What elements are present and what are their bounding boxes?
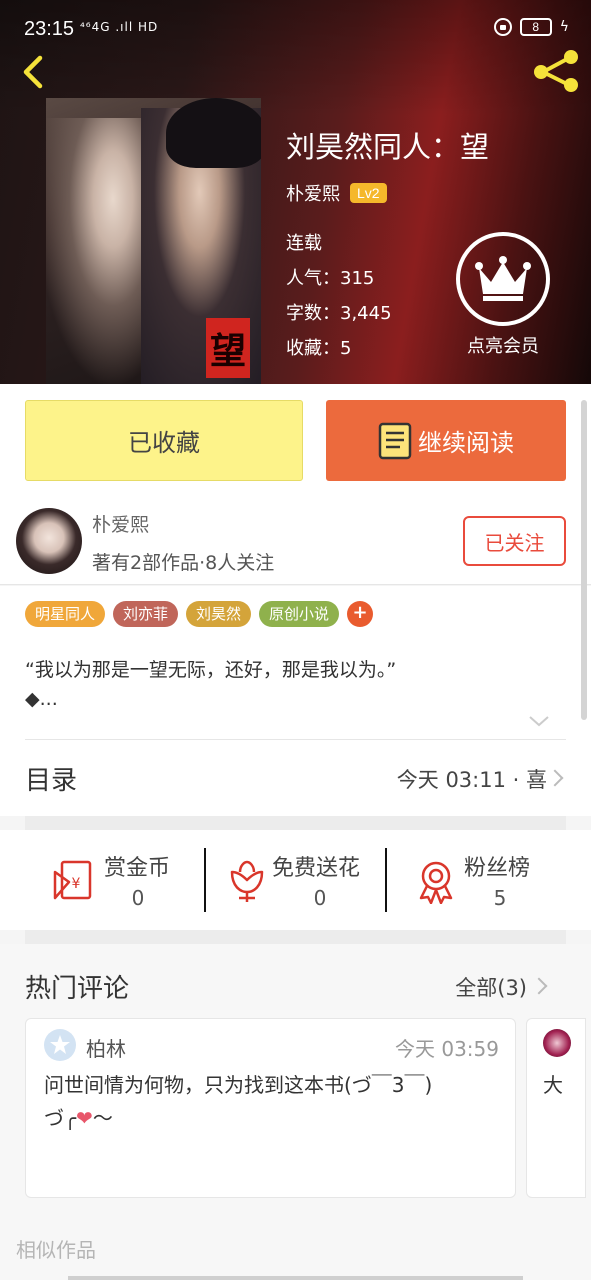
book-title: 刘昊然同人：望 [286, 130, 490, 164]
stats-row: ¥ 赏金币 0 免费送花 0 粉丝榜 5 [0, 830, 591, 930]
vip-label: 点亮会员 [467, 336, 539, 357]
author-stats: 著有2部作品·8人关注 [92, 552, 275, 574]
stat-flowers[interactable]: 免费送花 0 [224, 848, 374, 912]
section-divider [25, 816, 566, 830]
similar-works-strip [68, 1276, 523, 1280]
vip-button[interactable]: 点亮会员 [456, 232, 550, 358]
author-card[interactable]: 朴爱熙 著有2部作品·8人关注 已关注 [0, 500, 591, 585]
book-icon [378, 422, 412, 459]
book-status: 连载 [286, 233, 322, 254]
comment-text: 问世间情为何物，只为找到这本书(づ￣3￣) づ╭❤～ [44, 1073, 433, 1130]
status-bar: 23:15 ⁴⁶4G .ıll HD 8 ϟ [0, 0, 591, 60]
author-avatar[interactable] [16, 508, 82, 574]
book-header: 23:15 ⁴⁶4G .ıll HD 8 ϟ 望 刘昊然同人：望 朴爱熙 Lv2 [0, 0, 591, 384]
book-word-count: 字数：3,445 [286, 303, 392, 324]
continue-reading-button[interactable]: 继续阅读 [326, 400, 566, 481]
stat-separator [385, 848, 387, 912]
commenter-name[interactable]: 柏林 [86, 1033, 126, 1062]
book-intro[interactable]: “我以为那是一望无际，还好，那是我以为。” ◆... [25, 656, 565, 714]
author-name: 朴爱熙 [92, 514, 150, 536]
tags-intro-section: 明星同人 刘亦菲 刘昊然 原创小说 + “我以为那是一望无际，还好，那是我以为。… [0, 586, 591, 740]
toc-latest-chapter: 今天 03:11 · 喜 [396, 768, 547, 792]
status-right: 8 ϟ [493, 18, 569, 36]
chevron-down-icon[interactable] [528, 714, 550, 728]
battery-icon: 8 [519, 18, 552, 36]
stat-separator [204, 848, 206, 912]
section-divider [25, 930, 566, 944]
action-bar: 已收藏 继续阅读 [0, 384, 591, 500]
share-icon [534, 50, 578, 92]
book-favorites: 收藏：5 [286, 338, 352, 359]
flower-icon [230, 860, 264, 902]
level-badge: Lv2 [350, 183, 387, 203]
red-envelope-icon: ¥ [53, 860, 92, 900]
stat-label: 免费送花 [272, 856, 361, 881]
stat-fans[interactable]: 粉丝榜 5 [416, 848, 546, 912]
all-comments-link[interactable]: 全部(3) [455, 972, 527, 1002]
signal-indicator: ⁴⁶4G .ıll HD [80, 20, 159, 34]
continue-reading-label: 继续阅读 [418, 429, 514, 457]
tag-item[interactable]: 原创小说 [259, 601, 340, 627]
stat-value: 5 [493, 886, 507, 910]
table-of-contents-row[interactable]: 目录 今天 03:11 · 喜 [0, 740, 591, 816]
book-meta: 连载 人气：315 字数：3,445 收藏：5 [286, 226, 392, 366]
book-popularity: 人气：315 [286, 268, 375, 289]
tag-list: 明星同人 刘亦菲 刘昊然 原创小说 + [25, 601, 374, 627]
comments-section: 热门评论 全部(3) 柏林 今天 03:59 问世间情为何物，只为找到这本书(づ… [0, 944, 591, 1280]
vip-circle [456, 232, 550, 326]
stat-reward[interactable]: ¥ 赏金币 0 [52, 848, 182, 912]
commenter-avatar[interactable] [543, 1029, 571, 1057]
intro-line-1: “我以为那是一望无际，还好，那是我以为。” [25, 659, 397, 681]
tag-item[interactable]: 明星同人 [25, 601, 106, 627]
comments-title: 热门评论 [25, 974, 130, 1004]
follow-label: 已关注 [484, 530, 545, 555]
stat-value: 0 [131, 886, 145, 910]
crown-icon [475, 256, 531, 301]
status-time: 23:15 [24, 18, 75, 40]
stat-label: 赏金币 [104, 856, 171, 881]
add-tag-button[interactable]: + [347, 601, 374, 627]
cover-hair [166, 98, 261, 168]
book-author[interactable]: 朴爱熙 [286, 180, 340, 206]
similar-works-title: 相似作品 [16, 1238, 96, 1262]
share-button[interactable] [531, 48, 581, 94]
collected-button[interactable]: 已收藏 [25, 400, 303, 481]
chevron-right-icon [546, 769, 564, 787]
toc-title: 目录 [25, 766, 78, 796]
back-button[interactable] [14, 52, 54, 92]
commenter-avatar[interactable] [44, 1029, 76, 1061]
stat-value: 0 [313, 886, 327, 910]
rotation-lock-icon [493, 18, 512, 36]
comment-card[interactable]: 大 [526, 1018, 586, 1198]
stat-label: 粉丝榜 [464, 856, 531, 881]
tag-item[interactable]: 刘亦菲 [113, 601, 179, 627]
cover-stamp: 望 [206, 318, 250, 378]
book-cover[interactable]: 望 [46, 98, 261, 384]
star-icon [50, 1035, 70, 1054]
comment-text: 大 [543, 1073, 563, 1097]
comment-card[interactable]: 柏林 今天 03:59 问世间情为何物，只为找到这本书(づ￣3￣) づ╭❤～ [25, 1018, 516, 1198]
follow-button[interactable]: 已关注 [463, 516, 566, 566]
tag-item[interactable]: 刘昊然 [186, 601, 252, 627]
chevron-left-icon [23, 55, 43, 89]
heart-icon: ❤ [76, 1106, 93, 1130]
medal-icon [419, 861, 453, 904]
author-row: 朴爱熙 Lv2 [286, 180, 387, 206]
chevron-right-icon [530, 977, 548, 995]
comment-time: 今天 03:59 [395, 1037, 499, 1061]
collected-label: 已收藏 [128, 429, 200, 457]
scrollbar[interactable] [581, 400, 587, 720]
charging-icon: ϟ [559, 19, 569, 35]
svg-text:¥: ¥ [72, 876, 81, 892]
intro-line-2: ◆... [25, 688, 58, 710]
